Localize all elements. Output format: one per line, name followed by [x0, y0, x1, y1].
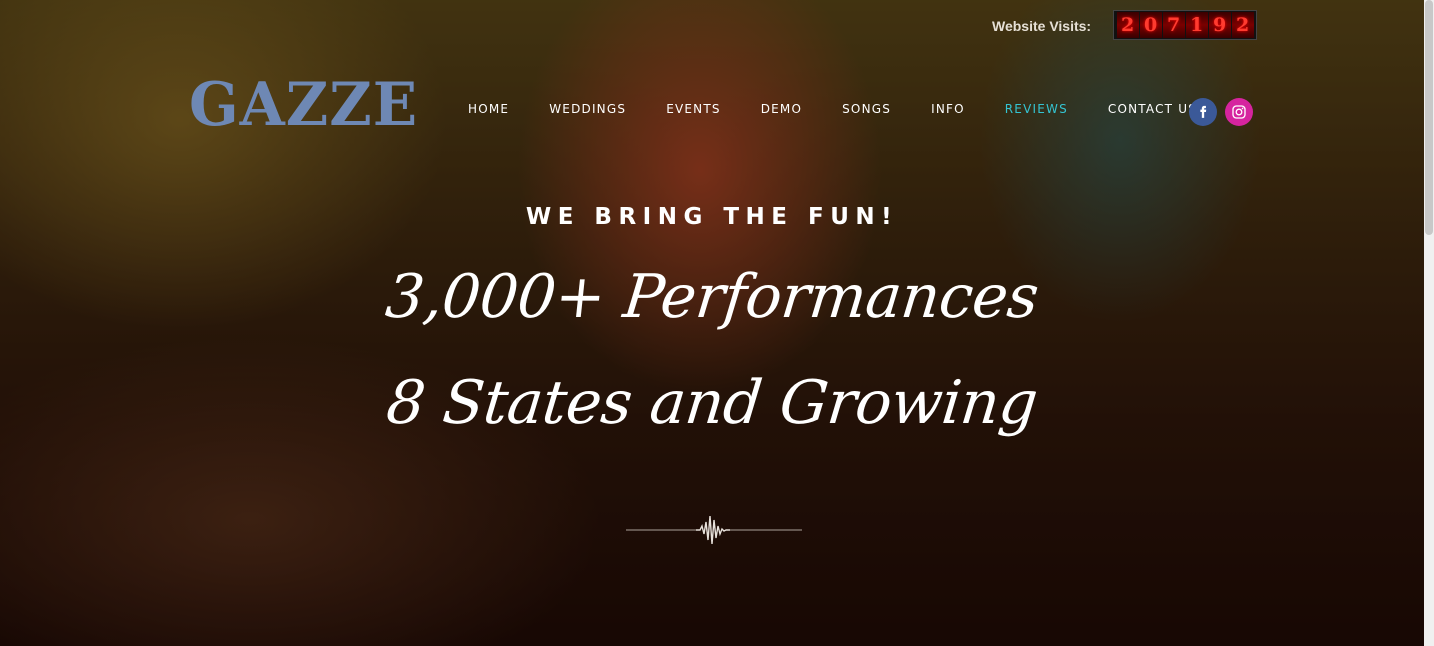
page: Website Visits: 2 0 7 1 9 2 GAZZE HOME W… — [0, 0, 1434, 646]
hero-tagline: WE BRING THE FUN! — [525, 204, 899, 230]
visit-counter: 2 0 7 1 9 2 — [1113, 10, 1258, 40]
scrollbar-thumb[interactable] — [1425, 0, 1433, 235]
social-links — [1189, 98, 1261, 126]
nav-item-demo[interactable]: DEMO — [761, 102, 802, 116]
facebook-icon[interactable] — [1189, 98, 1217, 126]
nav-item-songs[interactable]: SONGS — [842, 102, 891, 116]
nav-item-contact-us[interactable]: CONTACT US — [1108, 102, 1197, 116]
visit-counter-digit: 0 — [1139, 12, 1162, 38]
visit-counter-digit: 9 — [1208, 12, 1231, 38]
website-visits-label: Website Visits: — [992, 18, 1092, 34]
visit-counter-digit: 1 — [1185, 12, 1208, 38]
sound-wave-icon — [626, 515, 802, 545]
instagram-icon[interactable] — [1225, 98, 1253, 126]
main-navigation: HOME WEDDINGS EVENTS DEMO SONGS INFO REV… — [468, 102, 1219, 116]
nav-item-home[interactable]: HOME — [468, 102, 509, 116]
visit-counter-digit: 7 — [1162, 12, 1185, 38]
hero-headline-performances: 3,000+ Performances — [382, 262, 1042, 332]
nav-item-events[interactable]: EVENTS — [666, 102, 721, 116]
hero-headline-states: 8 States and Growing — [383, 368, 1041, 438]
nav-item-reviews[interactable]: REVIEWS — [1005, 102, 1068, 116]
visit-counter-digit: 2 — [1231, 12, 1254, 38]
page-scrollbar[interactable] — [1424, 0, 1434, 646]
nav-item-weddings[interactable]: WEDDINGS — [549, 102, 626, 116]
nav-item-info[interactable]: INFO — [931, 102, 965, 116]
website-visits-widget: Website Visits: 2 0 7 1 9 2 — [992, 10, 1258, 40]
visit-counter-digit: 2 — [1116, 12, 1139, 38]
site-logo[interactable]: GAZZE — [189, 70, 418, 140]
